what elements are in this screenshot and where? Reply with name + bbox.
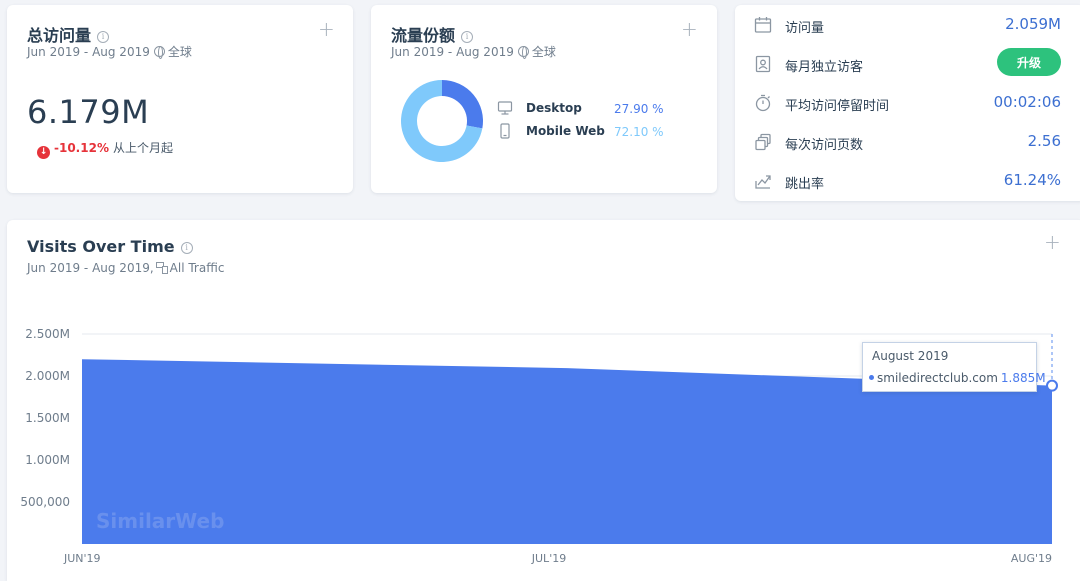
y-tick-label: 2.000M bbox=[25, 369, 70, 383]
tooltip-title: August 2019 bbox=[872, 349, 949, 363]
y-tick-label: 2.500M bbox=[25, 327, 70, 341]
tooltip-site: smiledirectclub.com bbox=[877, 371, 998, 385]
tooltip-value: 1.885M bbox=[1000, 371, 1046, 385]
watermark: SimilarWeb bbox=[96, 509, 224, 533]
y-tick-label: 1.500M bbox=[25, 411, 70, 425]
x-tick-label: AUG'19 bbox=[1011, 552, 1052, 565]
x-tick-label: JUL'19 bbox=[531, 552, 566, 565]
series-dot bbox=[869, 375, 874, 380]
tooltip-row: smiledirectclub.com 1.885M bbox=[869, 371, 1046, 385]
x-tick-label: JUN'19 bbox=[63, 552, 101, 565]
y-tick-label: 1.000M bbox=[25, 453, 70, 467]
hover-point bbox=[1046, 379, 1058, 392]
visits-area-chart: 2.500M 2.000M 1.500M 1.000M 500,000 SimilarWe… bbox=[20, 327, 1058, 565]
chart-tooltip: August 2019 smiledirectclub.com 1.885M bbox=[862, 342, 1046, 392]
y-tick-label: 500,000 bbox=[20, 495, 70, 509]
